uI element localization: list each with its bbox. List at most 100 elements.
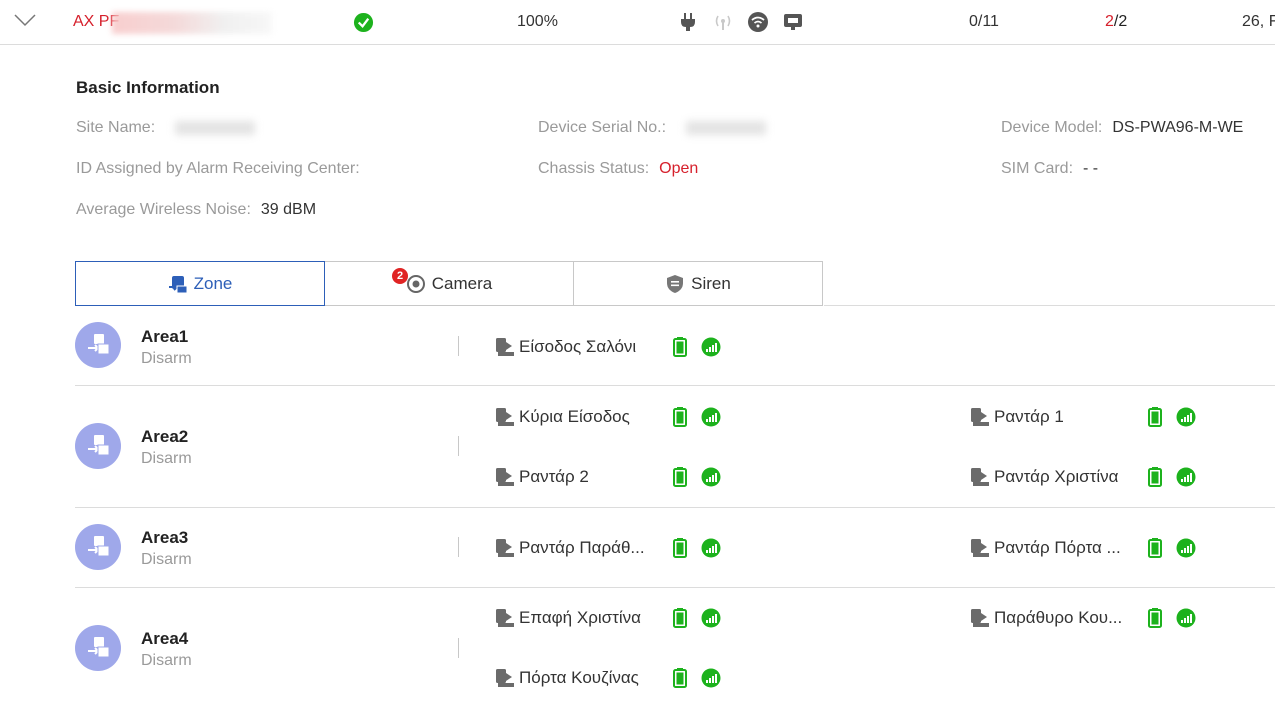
detector-icon [496, 609, 514, 627]
area-avatar [75, 625, 121, 671]
area-icon [88, 536, 110, 557]
zone-item[interactable]: Ραντάρ Παράθ... [493, 536, 721, 560]
area-state: Disarm [141, 551, 192, 568]
redacted-site-name [175, 120, 256, 135]
zone-label: Ραντάρ 1 [994, 407, 1064, 426]
section-title: Basic Information [76, 78, 220, 97]
zone-item[interactable]: Ραντάρ 1 [968, 405, 1196, 429]
tab-camera-label: Camera [431, 273, 493, 293]
area-state: Disarm [141, 652, 192, 669]
detector-icon [496, 468, 514, 486]
zone-item[interactable]: Είσοδος Σαλόνι [493, 335, 721, 359]
truncated-column: 26, F [1242, 13, 1275, 30]
tab-siren[interactable]: Siren [573, 261, 823, 306]
battery-icon [1148, 538, 1162, 558]
wireless-signal-icon [715, 15, 731, 30]
chevron-down-icon[interactable] [13, 12, 37, 28]
zone-item[interactable]: Επαφή Χριστίνα [493, 606, 721, 630]
area-name: Area3 [141, 528, 189, 547]
redacted-serial [686, 120, 767, 135]
battery-icon [673, 668, 687, 688]
detector-icon [971, 609, 989, 627]
detector-icon [971, 539, 989, 557]
zone-item[interactable]: Ραντάρ 2 [493, 465, 721, 489]
detector-icon [496, 408, 514, 426]
tab-camera[interactable]: 2 Camera [324, 261, 574, 306]
area-state: Disarm [141, 350, 192, 367]
detector-icon [971, 408, 989, 426]
noise-row: Average Wireless Noise: 39 dBM [76, 201, 316, 219]
tab-zone[interactable]: Zone [75, 261, 325, 306]
area-name: Area2 [141, 427, 189, 446]
battery-icon [1148, 407, 1162, 427]
tab-bar: Zone 2 Camera Siren [75, 261, 823, 306]
signal-icon [701, 337, 721, 357]
site-name-label: Site Name: [76, 119, 156, 136]
battery-icon [1148, 467, 1162, 487]
status-ok-icon [353, 12, 374, 33]
noise-label: Average Wireless Noise: [76, 201, 251, 218]
zone-item[interactable]: Ραντάρ Πόρτα ... [968, 536, 1196, 560]
noise-value: 39 dBM [260, 201, 317, 218]
battery-icon [673, 467, 687, 487]
power-plug-icon [681, 13, 695, 31]
model-value: DS-PWA96-M-WE [1112, 119, 1244, 136]
area-row: Area3 Disarm Ραντάρ Παράθ... Ραντάρ Πόρτ… [75, 508, 1275, 588]
sim-row: SIM Card: - - [1001, 160, 1098, 178]
battery-icon [1148, 608, 1162, 628]
wifi-icon [748, 12, 768, 32]
detector-icon [496, 669, 514, 687]
model-row: Device Model: DS-PWA96-M-WE [1001, 119, 1243, 137]
zone-label: Ραντάρ Χριστίνα [994, 467, 1119, 486]
zone-item[interactable]: Παράθυρο Κου... [968, 606, 1196, 630]
device-row[interactable]: AX PF 100% 0/11 2/2 26, F [0, 0, 1275, 45]
area-divider [458, 638, 459, 658]
area-avatar [75, 322, 121, 368]
model-label: Device Model: [1001, 119, 1103, 136]
zone-label: Επαφή Χριστίνα [519, 608, 641, 627]
area-icon [88, 637, 110, 658]
chassis-value: Open [659, 160, 699, 177]
area-row: Area2 Disarm Κύρια Είσοδος Ραντάρ 1 Ραντ… [75, 386, 1275, 508]
area-divider [458, 336, 459, 356]
zone-item[interactable]: Πόρτα Κουζίνας [493, 666, 721, 690]
battery-icon [673, 608, 687, 628]
signal-icon [1176, 407, 1196, 427]
zone-label: Ραντάρ 2 [519, 467, 589, 486]
serial-row: Device Serial No.: [538, 119, 767, 137]
area-count: 2/2 [1105, 13, 1127, 31]
area-avatar [75, 524, 121, 570]
signal-icon [1176, 608, 1196, 628]
zone-item[interactable]: Κύρια Είσοδος [493, 405, 721, 429]
detector-icon [971, 468, 989, 486]
area-row: Area4 Disarm Επαφή Χριστίνα Παράθυρο Κου… [75, 588, 1275, 717]
zone-item[interactable]: Ραντάρ Χριστίνα [968, 465, 1196, 489]
area-icon [88, 435, 110, 456]
signal-icon [701, 668, 721, 688]
site-name-row: Site Name: [76, 119, 256, 137]
signal-icon [1176, 538, 1196, 558]
zone-label: Ραντάρ Πόρτα ... [994, 538, 1121, 557]
area-icon [88, 334, 110, 355]
area-count-armed: 2 [1105, 13, 1114, 30]
area-avatar [75, 423, 121, 469]
camera-icon [406, 274, 425, 293]
area-divider [458, 537, 459, 557]
zone-count: 0/11 [969, 13, 999, 30]
chassis-label: Chassis Status: [538, 160, 650, 177]
area-name: Area1 [141, 327, 189, 346]
signal-icon [701, 407, 721, 427]
serial-label: Device Serial No.: [538, 119, 667, 136]
zone-icon [168, 275, 188, 293]
zone-label: Παράθυρο Κου... [994, 608, 1123, 627]
area-row: Area1 Disarm Είσοδος Σαλόνι [75, 306, 1275, 386]
battery-icon [673, 538, 687, 558]
battery-icon [673, 337, 687, 357]
detector-icon [496, 338, 514, 356]
camera-count-badge: 2 [392, 268, 408, 284]
redacted-device-name [112, 12, 272, 34]
sim-value: - - [1083, 160, 1099, 177]
chassis-row: Chassis Status: Open [538, 160, 698, 178]
arc-id-row: ID Assigned by Alarm Receiving Center: [76, 160, 360, 178]
tab-zone-label: Zone [193, 273, 233, 293]
